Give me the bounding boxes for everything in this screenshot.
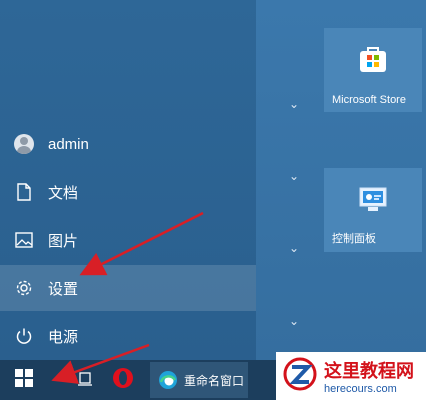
site-watermark: 这里教程网 herecours.com (276, 352, 426, 400)
store-bag-icon (358, 44, 388, 77)
taskbar-window-label: 重命名窗口 (184, 373, 245, 388)
watermark-logo (282, 356, 318, 397)
user-name-label: admin (48, 135, 89, 153)
microsoft-store-label: Microsoft Store (332, 94, 406, 106)
chevron-down-icon[interactable]: ⌄ (286, 240, 302, 256)
watermark-title: 这里教程网 (324, 361, 414, 381)
chevron-down-icon[interactable]: ⌄ (286, 168, 302, 184)
control-panel-tile[interactable]: 控制面板 (324, 168, 422, 252)
watermark-url: herecours.com (324, 383, 397, 395)
chevron-down-icon[interactable]: ⌄ (286, 313, 302, 329)
taskbar-window-button[interactable]: 重命名窗口 (150, 362, 248, 398)
microsoft-store-tile[interactable]: Microsoft Store (324, 28, 422, 112)
settings-label: 设置 (48, 280, 79, 298)
pictures-label: 图片 (48, 232, 79, 250)
edge-icon (158, 370, 178, 390)
picture-icon (14, 230, 34, 250)
settings-item[interactable]: 设置 (0, 265, 256, 311)
power-item[interactable]: 电源 (0, 313, 256, 359)
user-account-item[interactable]: admin (0, 121, 256, 167)
task-view-button[interactable] (78, 360, 92, 400)
control-panel-label: 控制面板 (332, 233, 376, 245)
document-icon (14, 182, 34, 202)
gear-icon (14, 278, 34, 298)
chevron-down-icon[interactable]: ⌄ (286, 96, 302, 112)
power-label: 电源 (48, 328, 79, 346)
documents-label: 文档 (48, 184, 79, 202)
pictures-item[interactable]: 图片 (0, 217, 256, 263)
control-panel-icon (358, 186, 388, 217)
windows-logo-icon (15, 368, 33, 392)
start-button[interactable] (0, 360, 48, 400)
user-avatar-icon (14, 134, 34, 154)
task-view-icon (78, 370, 92, 391)
documents-item[interactable]: 文档 (0, 169, 256, 215)
power-icon (14, 326, 34, 346)
opera-browser-button[interactable] (112, 360, 134, 400)
opera-icon (112, 367, 134, 394)
